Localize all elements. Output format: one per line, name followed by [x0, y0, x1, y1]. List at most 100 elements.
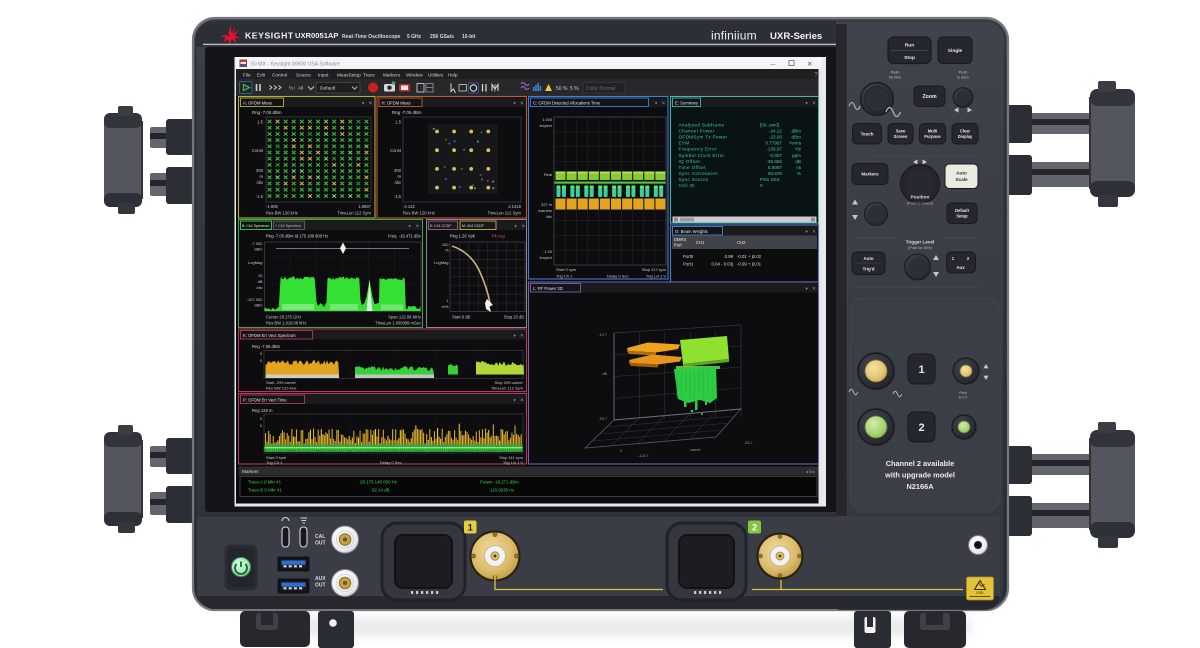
svg-text:TimeLen 112 Sym: TimeLen 112 Sym — [491, 386, 524, 391]
svg-text:-1.00: -1.00 — [543, 249, 553, 254]
svg-text:Edit: Edit — [257, 72, 266, 77]
svg-text:1.000: 1.000 — [542, 117, 553, 122]
svg-text:ns: ns — [796, 165, 802, 170]
svg-text:carrier: carrier — [690, 448, 701, 452]
svg-text:Source: Source — [296, 72, 311, 77]
svg-text:Trig Ch 1: Trig Ch 1 — [266, 460, 283, 465]
svg-text:Start -299 carrier: Start -299 carrier — [266, 380, 297, 385]
svg-text:+ Ch2 Spectrum: + Ch2 Spectrum — [275, 224, 301, 228]
svg-text:Default: Default — [955, 208, 970, 213]
svg-text:dBm: dBm — [792, 135, 802, 140]
svg-text:O: Beam Weights: O: Beam Weights — [675, 229, 708, 234]
svg-text:Freq: Freq — [388, 234, 397, 239]
svg-text:Sync Source: Sync Source — [679, 177, 709, 182]
svg-text:%rms: %rms — [789, 141, 801, 146]
svg-text:dBm: dBm — [254, 303, 263, 308]
svg-text:CAL: CAL — [315, 534, 325, 540]
svg-text:[00..um0]: [00..um0] — [760, 123, 779, 128]
svg-text:Control: Control — [272, 72, 287, 77]
svg-text:✕: ✕ — [807, 61, 812, 68]
svg-text:Res BW 1.019.08 kHz: Res BW 1.019.08 kHz — [266, 321, 306, 326]
svg-text:IQ Offset: IQ Offset — [679, 159, 701, 164]
svg-text:-2.142: -2.142 — [403, 204, 416, 209]
svg-text:L: RF Power 3D: L: RF Power 3D — [533, 286, 563, 291]
svg-text:ppm: ppm — [792, 153, 801, 158]
svg-text:KEYSIGHT: KEYSIGHT — [245, 31, 294, 41]
svg-text:1: 1 — [918, 364, 924, 376]
svg-text:-139.97: -139.97 — [766, 147, 782, 152]
svg-text:Center 28.175 GHz: Center 28.175 GHz — [266, 315, 301, 320]
svg-text:-1.5: -1.5 — [394, 194, 402, 199]
svg-text:0: 0 — [260, 359, 262, 363]
svg-text:Span 122.88 MHz: Span 122.88 MHz — [388, 315, 421, 320]
svg-text:Rng 1.26 Vpk: Rng 1.26 Vpk — [450, 234, 476, 239]
svg-text:-0.01 + j0.02: -0.01 + j0.02 — [737, 254, 762, 259]
svg-text:Input: Input — [318, 72, 329, 77]
svg-text:Pk Avg: Pk Avg — [492, 234, 505, 239]
svg-text:Rng -7.05 dBm: Rng -7.05 dBm — [392, 110, 422, 115]
svg-text:/carriers: /carriers — [538, 208, 552, 213]
svg-text:Trace A 0 Mkr: Trace A 0 Mkr 41 — [248, 480, 282, 485]
svg-text:N2166A: N2166A — [906, 482, 934, 491]
svg-text:Channel Power: Channel Power — [679, 129, 715, 134]
svg-text:50 MX - Keysight 89600 VSA Sof: 50 MX - Keysight 89600 VSA Software — [251, 61, 340, 67]
svg-text:m%: m% — [442, 304, 449, 309]
svg-text:AUX: AUX — [315, 576, 326, 582]
svg-text:300: 300 — [394, 168, 402, 173]
svg-text:TimeLen 112 Sym: TimeLen 112 Sym — [337, 211, 371, 216]
svg-text:92.14 dB: 92.14 dB — [372, 488, 390, 493]
svg-text:m: m — [260, 174, 264, 179]
svg-text:to 0 V: to 0 V — [959, 395, 969, 399]
svg-text:OUT: OUT — [315, 583, 326, 589]
svg-text:0: 0 — [620, 449, 622, 453]
svg-text:Iexpect: Iexpect — [539, 123, 552, 128]
svg-text:CH1: CH1 — [696, 240, 705, 245]
svg-text:Res BW 120 kHz: Res BW 120 kHz — [403, 211, 435, 216]
svg-text:½↕: ½↕ — [289, 85, 295, 92]
svg-text:Screen: Screen — [894, 134, 908, 139]
svg-text:Trig'd: Trig'd — [863, 267, 875, 272]
svg-text:-23.60: -23.60 — [769, 135, 782, 140]
svg-text:Trace B 0 Mkr: Trace B 0 Mkr 41 — [248, 488, 282, 493]
svg-text:LogMag: LogMag — [434, 260, 448, 265]
svg-text:Sync Correlation: Sync Correlation — [679, 171, 719, 176]
svg-text:-1.5: -1.5 — [256, 194, 264, 199]
svg-text:Auto: Auto — [956, 171, 967, 176]
svg-text:-1.888: -1.888 — [266, 204, 279, 209]
svg-text:Push: Push — [891, 70, 900, 75]
svg-text:✕: ✕ — [369, 101, 373, 106]
svg-text:(Push for 50%): (Push for 50%) — [908, 246, 932, 250]
svg-text:LogMag: LogMag — [248, 260, 262, 265]
svg-text:0.77987: 0.77987 — [765, 141, 782, 146]
svg-text:Start 0 sym: Start 0 sym — [556, 267, 577, 272]
svg-text:Save: Save — [896, 128, 906, 133]
svg-text:Analyzed Subframe: Analyzed Subframe — [679, 123, 725, 128]
svg-text:Push: Push — [959, 391, 967, 395]
svg-text:◂ 0 ▸: ◂ 0 ▸ — [806, 469, 815, 474]
svg-text:Markers: Markers — [242, 469, 259, 474]
svg-text:0.99: 0.99 — [725, 254, 734, 259]
svg-text:✕: ✕ — [522, 224, 526, 229]
svg-text:OFDMSym Tx Power: OFDMSym Tx Power — [679, 135, 728, 140]
svg-text:A: OFDM Meas: A: OFDM Meas — [243, 100, 272, 105]
svg-text:Port0: Port0 — [683, 254, 694, 259]
svg-text:/div: /div — [394, 180, 401, 185]
svg-text:-24.22: -24.22 — [769, 129, 782, 134]
svg-text:-114.7: -114.7 — [638, 454, 648, 458]
svg-text:Hz: Hz — [795, 147, 801, 152]
svg-text:Const: Const — [252, 148, 264, 153]
svg-text:Time Offset: Time Offset — [679, 165, 707, 170]
svg-text:Stop 117 sym: Stop 117 sym — [642, 267, 667, 272]
svg-text:Start 0 dB: Start 0 dB — [452, 315, 470, 320]
svg-text:Delay 0 Sec: Delay 0 Sec — [607, 274, 629, 279]
svg-text:8.9087: 8.9087 — [768, 165, 782, 170]
svg-text:✕: ✕ — [812, 229, 816, 234]
svg-text:5: 5 — [260, 352, 262, 356]
svg-text:Frequency Error: Frequency Error — [679, 147, 718, 152]
svg-text:/div: /div — [256, 180, 263, 185]
svg-text:Run: Run — [905, 43, 915, 49]
svg-text:Stop: Stop — [904, 55, 915, 61]
svg-text:93.676: 93.676 — [768, 171, 782, 176]
svg-text:0.04 - 0.03j: 0.04 - 0.03j — [712, 262, 734, 267]
svg-text:with upgrade model: with upgrade model — [884, 471, 955, 480]
